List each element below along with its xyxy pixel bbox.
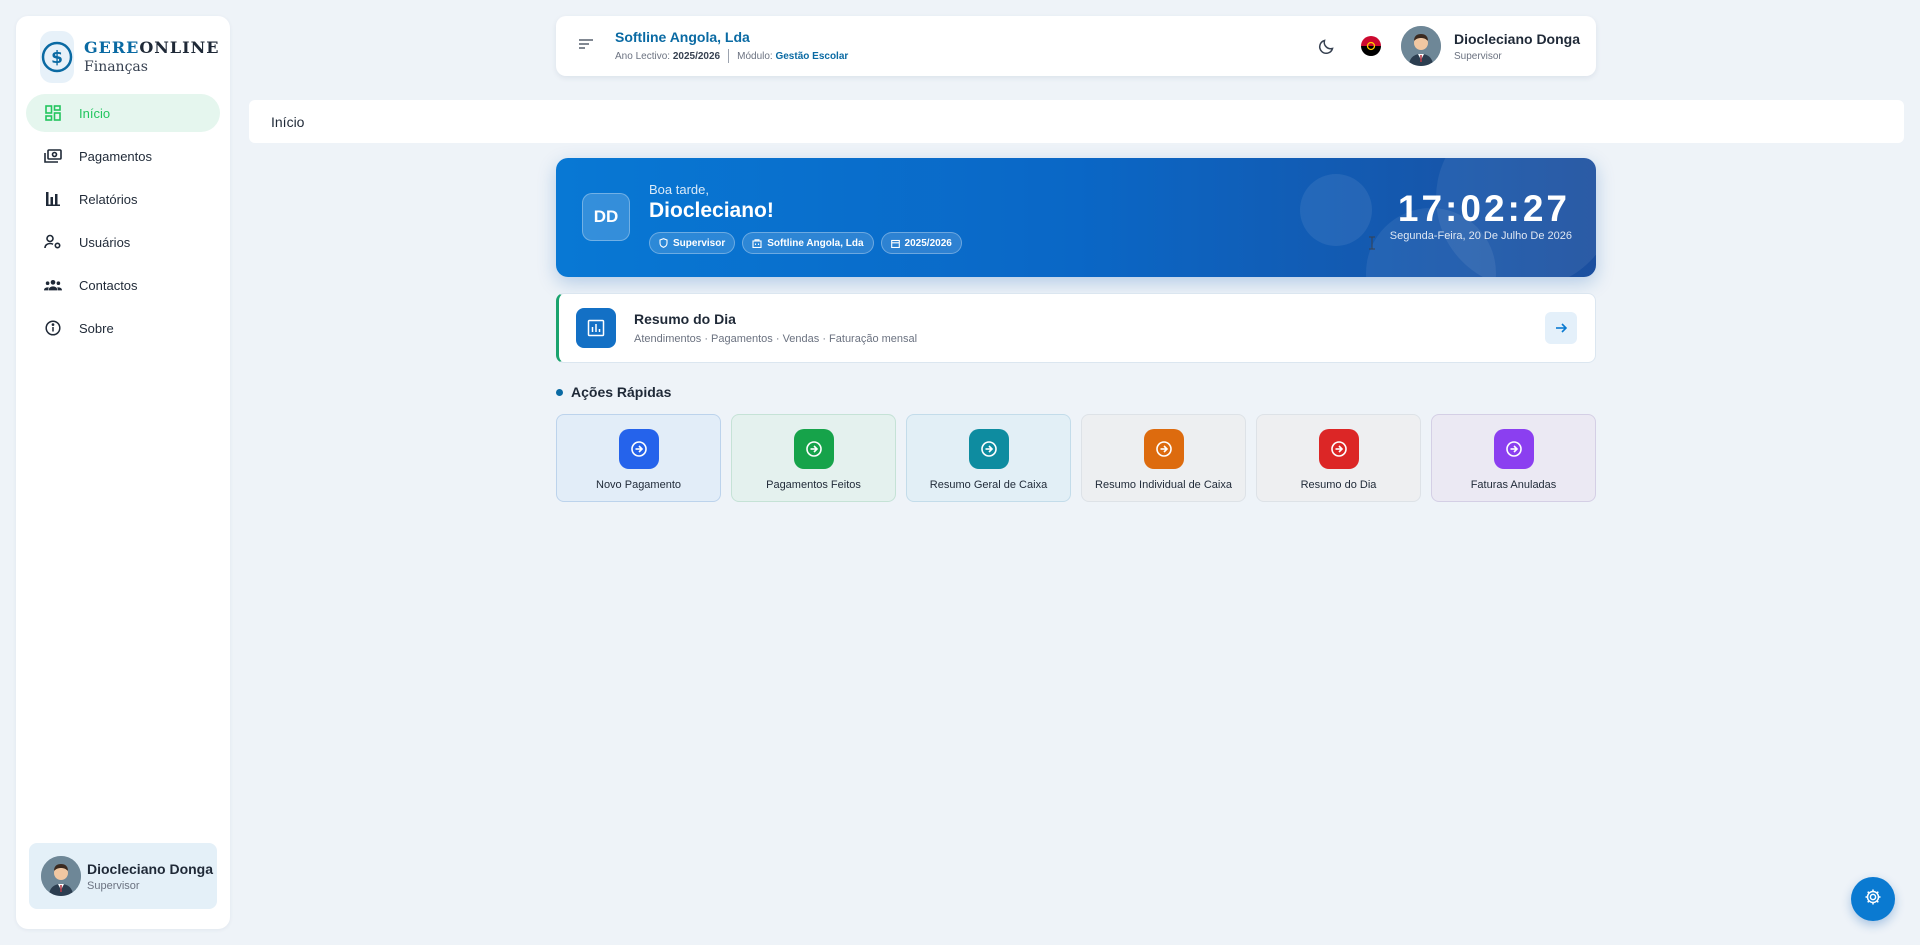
- daily-summary-subtitle: Atendimentos · Pagamentos · Vendas · Fat…: [634, 333, 918, 345]
- avatar[interactable]: [1400, 26, 1441, 66]
- daily-summary-card[interactable]: Resumo do Dia Atendimentos · Pagamentos …: [556, 293, 1596, 363]
- sidebar-nav: Início Pagamentos Relatórios Usuários Co…: [16, 94, 230, 347]
- quick-action-pagamentos-feitos[interactable]: Pagamentos Feitos: [731, 414, 896, 502]
- sidebar-item-pagamentos[interactable]: Pagamentos: [26, 137, 220, 175]
- sidebar-item-label: Contactos: [79, 277, 138, 293]
- quick-action-faturas-anuladas[interactable]: Faturas Anuladas: [1431, 414, 1596, 502]
- avatar: [41, 856, 81, 896]
- gear-icon: [1864, 888, 1882, 911]
- quick-actions-grid: Novo Pagamento Pagamentos Feitos Resumo …: [556, 414, 1596, 502]
- year-value: 2025/2026: [672, 50, 721, 62]
- topbar: Softline Angola, Lda Ano Lectivo: 2025/2…: [556, 16, 1596, 76]
- calendar-icon: [890, 239, 900, 248]
- svg-text:$: $: [51, 48, 63, 68]
- text-cursor-icon: [1368, 236, 1376, 255]
- user-initials-badge: DD: [582, 193, 630, 241]
- module-label: Módulo:: [737, 50, 773, 62]
- sidebar-item-label: Sobre: [79, 320, 114, 336]
- company-chip: Softline Angola, Lda: [742, 232, 874, 254]
- quick-action-label: Faturas Anuladas: [1470, 479, 1557, 491]
- year-label: Ano Lectivo:: [615, 50, 671, 62]
- quick-action-label: Pagamentos Feitos: [766, 479, 861, 491]
- sidebar-item-inicio[interactable]: Início: [26, 94, 220, 132]
- angola-flag-icon[interactable]: [1360, 36, 1381, 56]
- daily-summary-title: Resumo do Dia: [634, 311, 736, 327]
- dark-mode-moon-icon[interactable]: [1317, 36, 1337, 56]
- contacts-icon: [44, 276, 62, 294]
- dashboard-icon: [44, 104, 62, 122]
- sidebar-item-contactos[interactable]: Contactos: [26, 266, 220, 304]
- bar-chart-icon: [44, 190, 62, 208]
- context-chips: Supervisor Softline Angola, Lda 2025/202…: [649, 232, 969, 254]
- sidebar-item-label: Usuários: [79, 234, 131, 250]
- brand-title: GEREONLINE: [84, 37, 220, 57]
- info-icon: [44, 319, 62, 337]
- clock-time: 17:02:27: [1397, 188, 1570, 229]
- menu-toggle-icon[interactable]: [578, 37, 596, 55]
- welcome-banner: DD Boa tarde, Diocleciano! Supervisor So…: [556, 158, 1596, 277]
- quick-action-resumo-individual-caixa[interactable]: Resumo Individual de Caixa: [1081, 414, 1246, 502]
- quick-action-novo-pagamento[interactable]: Novo Pagamento: [556, 414, 721, 502]
- decor-circle: [1300, 174, 1372, 246]
- sidebar-item-label: Início: [79, 105, 111, 121]
- sidebar: $ GEREONLINE Finanças Início Pagamentos: [16, 16, 230, 929]
- topbar-user-name: Diocleciano Donga: [1453, 30, 1580, 47]
- quick-action-label: Resumo do Dia: [1300, 479, 1377, 491]
- sidebar-item-label: Pagamentos: [79, 148, 152, 164]
- quick-action-resumo-geral-caixa[interactable]: Resumo Geral de Caixa: [906, 414, 1071, 502]
- arrow-right-icon[interactable]: [1545, 312, 1577, 344]
- quick-action-label: Resumo Geral de Caixa: [929, 479, 1048, 491]
- circle-arrow-right-icon: [1318, 429, 1359, 469]
- brand-subtitle: Finanças: [84, 59, 148, 76]
- year-chip: 2025/2026: [880, 232, 962, 254]
- brand[interactable]: $ GEREONLINE Finanças: [16, 16, 230, 86]
- sidebar-item-usuarios[interactable]: Usuários: [26, 223, 220, 261]
- session-meta: Ano Lectivo: 2025/2026 Módulo: Gestão Es…: [615, 49, 848, 63]
- settings-gear-button[interactable]: [1851, 877, 1895, 921]
- sidebar-user-name: Diocleciano Donga: [87, 860, 214, 877]
- sidebar-item-label: Relatórios: [79, 191, 138, 207]
- role-chip: Supervisor: [649, 232, 736, 254]
- payments-icon: [44, 147, 62, 165]
- sidebar-user-card[interactable]: Diocleciano Donga Supervisor: [29, 843, 217, 909]
- user-settings-icon: [44, 233, 62, 251]
- circle-arrow-right-icon: [1493, 429, 1534, 469]
- circle-arrow-right-icon: [968, 429, 1009, 469]
- breadcrumb: Início: [249, 100, 1904, 143]
- shield-icon: [659, 238, 668, 248]
- quick-action-label: Resumo Individual de Caixa: [1095, 479, 1232, 491]
- dollar-logo-icon: $: [40, 31, 74, 83]
- quick-actions-heading: Ações Rápidas: [556, 384, 671, 400]
- module-value: Gestão Escolar: [775, 50, 849, 62]
- topbar-user-role: Supervisor: [1453, 50, 1502, 62]
- greeting-name: Diocleciano!: [649, 199, 774, 222]
- quick-action-resumo-do-dia[interactable]: Resumo do Dia: [1256, 414, 1421, 502]
- report-icon: [576, 308, 616, 348]
- sidebar-item-sobre[interactable]: Sobre: [26, 309, 220, 347]
- heading-dot: [556, 388, 563, 396]
- sidebar-user-role: Supervisor: [87, 879, 140, 892]
- page-title: Início: [271, 113, 305, 130]
- quick-action-label: Novo Pagamento: [596, 479, 681, 491]
- circle-arrow-right-icon: [793, 429, 834, 469]
- company-name: Softline Angola, Lda: [615, 29, 750, 45]
- circle-arrow-right-icon: [1143, 429, 1184, 469]
- meta-divider: [728, 49, 730, 63]
- greeting-text: Boa tarde,: [649, 182, 709, 197]
- building-icon: [752, 238, 762, 248]
- clock-date: Segunda-Feira, 20 De Julho De 2026: [1389, 230, 1572, 242]
- circle-arrow-right-icon: [618, 429, 659, 469]
- sidebar-item-relatorios[interactable]: Relatórios: [26, 180, 220, 218]
